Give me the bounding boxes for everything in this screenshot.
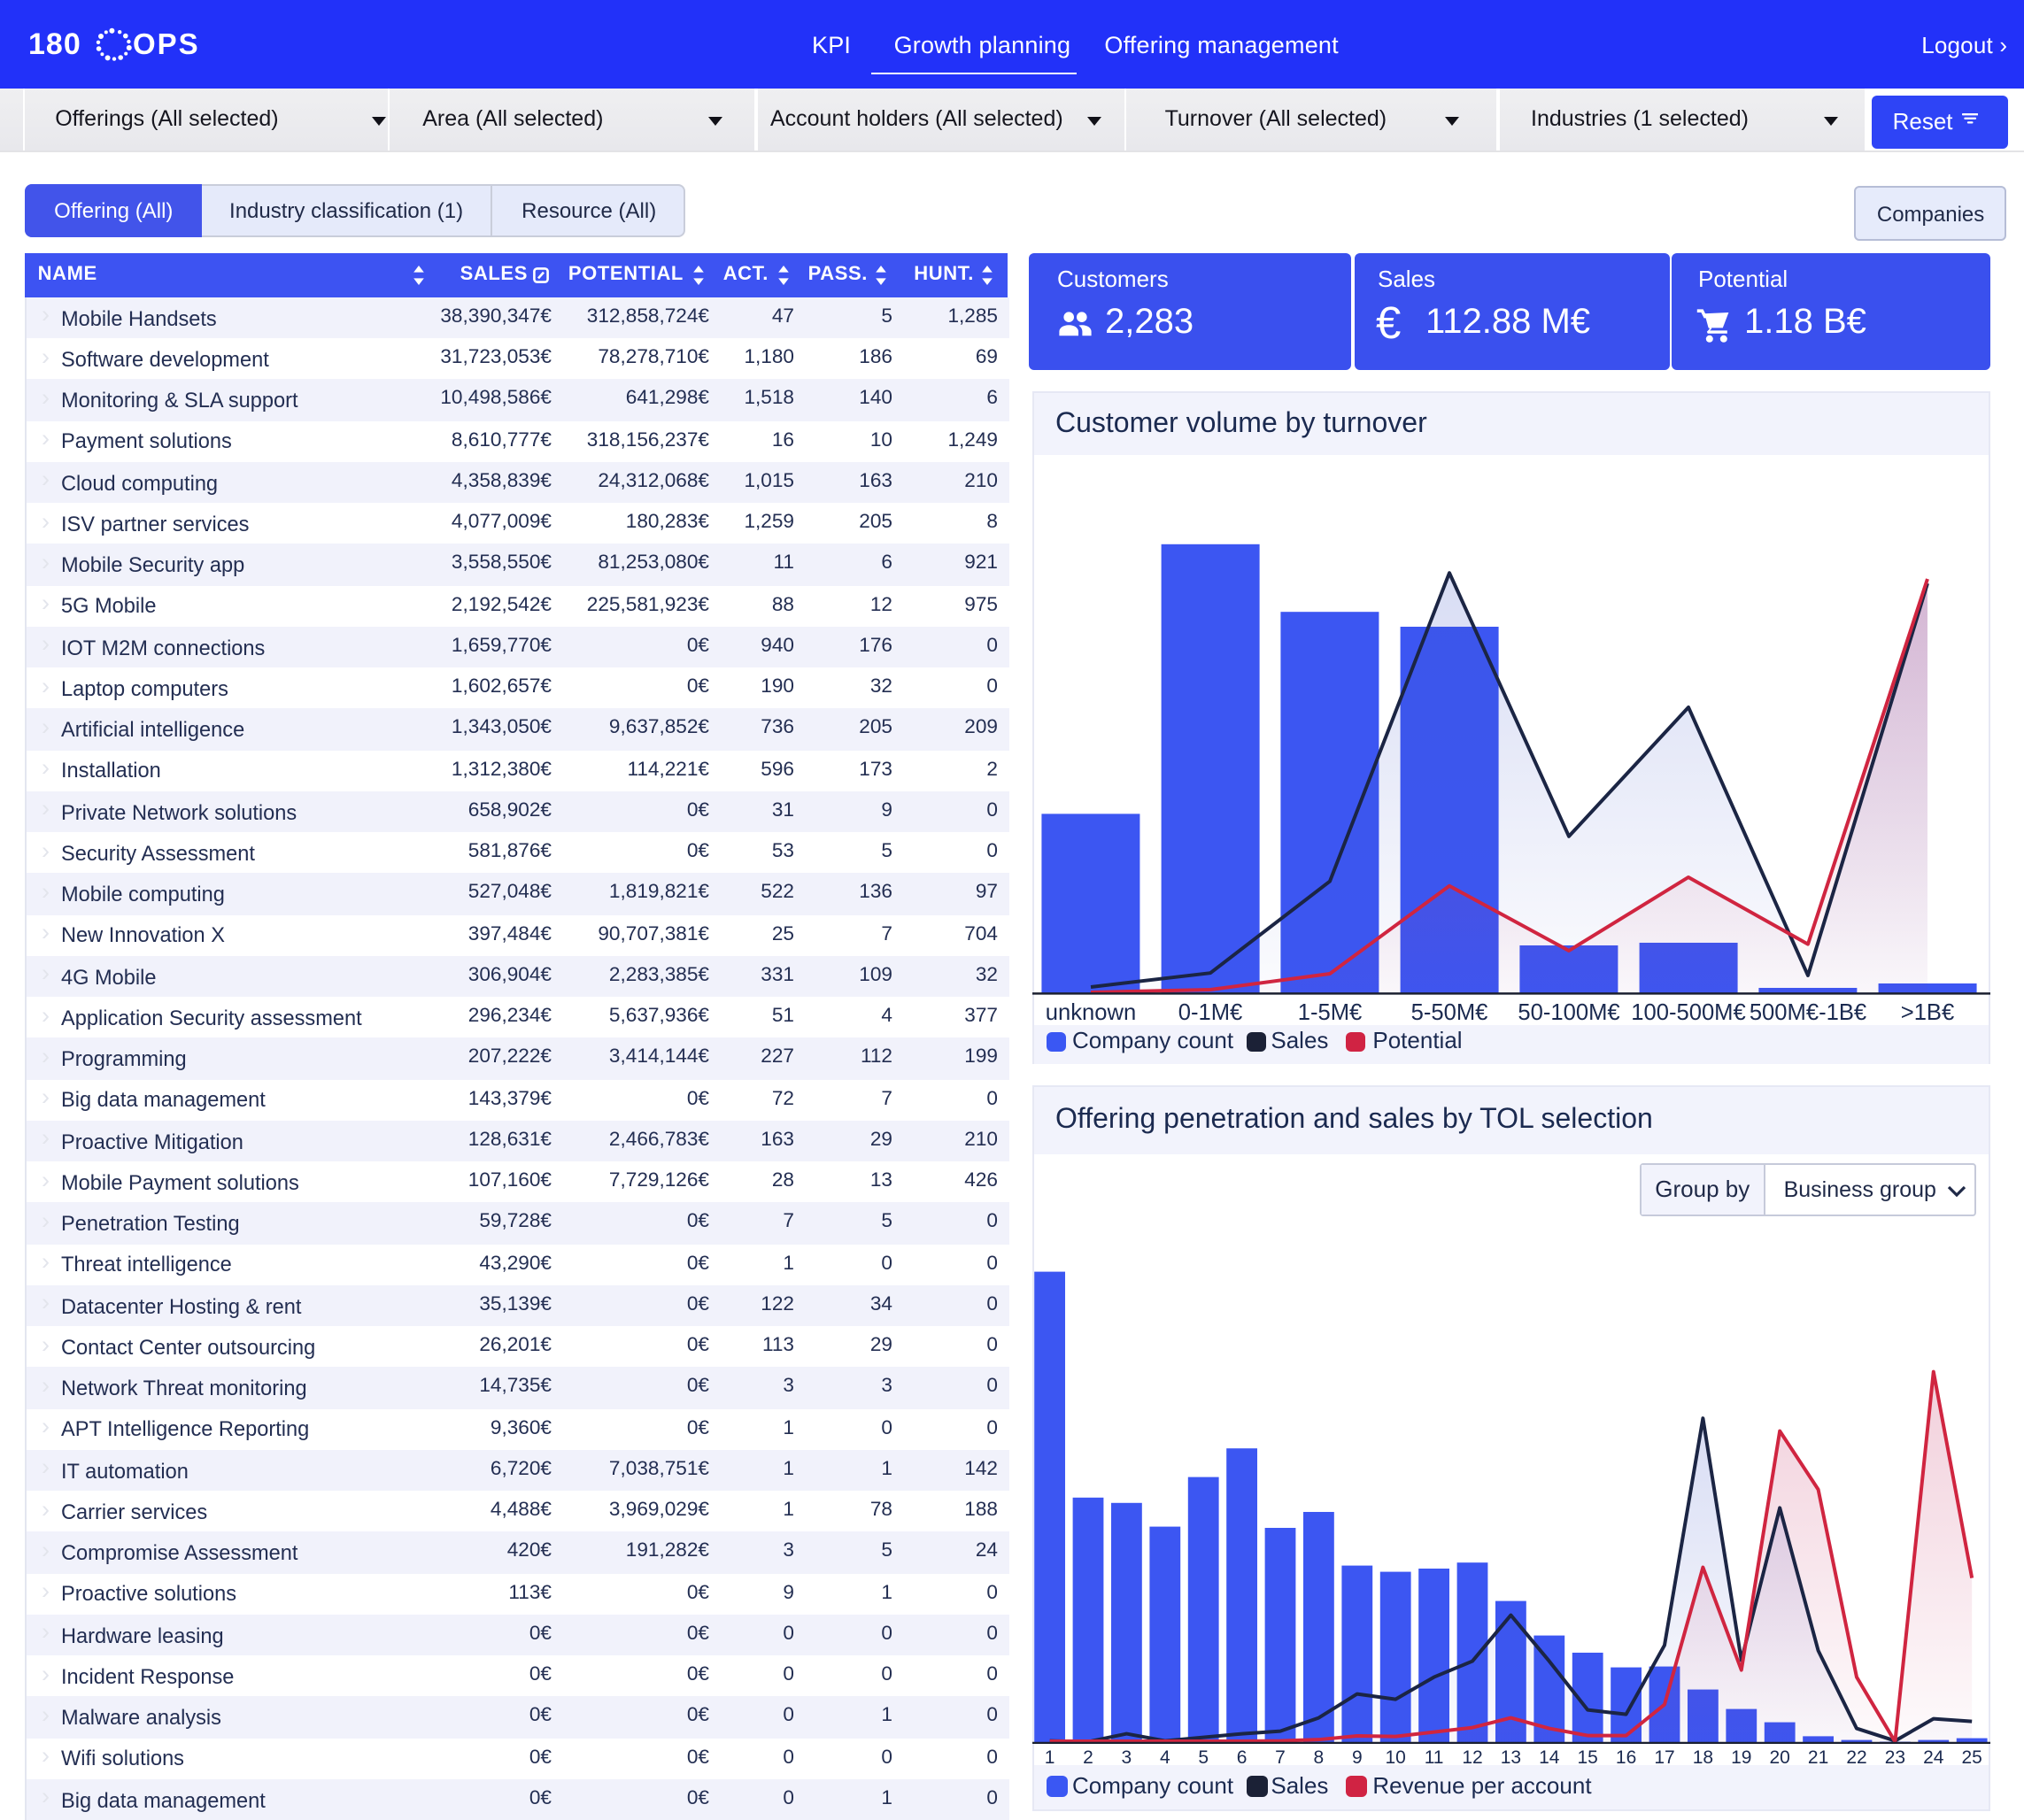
svg-text:OPS: OPS — [133, 27, 200, 60]
svg-text:180: 180 — [28, 27, 81, 61]
